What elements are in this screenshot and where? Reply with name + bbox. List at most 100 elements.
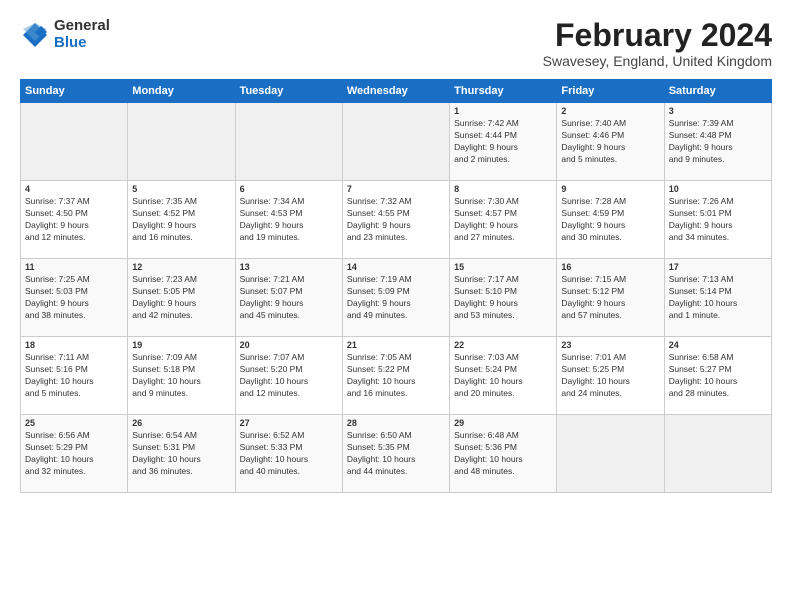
day-number: 7 <box>347 184 445 194</box>
header: General Blue February 2024 Swavesey, Eng… <box>20 18 772 69</box>
day-cell: 17 Sunrise: 7:13 AM Sunset: 5:14 PM Dayli… <box>664 259 771 337</box>
logo-blue-text: Blue <box>54 35 110 52</box>
day-number: 29 <box>454 418 552 428</box>
day-cell: 26 Sunrise: 6:54 AM Sunset: 5:31 PM Dayli… <box>128 415 235 493</box>
day-number: 22 <box>454 340 552 350</box>
header-day-sunday: Sunday <box>21 80 128 103</box>
day-number: 20 <box>240 340 338 350</box>
calendar-table: SundayMondayTuesdayWednesdayThursdayFrid… <box>20 79 772 493</box>
day-cell: 13Sunrise: 7:21 AM Sunset: 5:07 PM Dayli… <box>235 259 342 337</box>
day-cell: 15 Sunrise: 7:17 AM Sunset: 5:10 PM Dayli… <box>450 259 557 337</box>
day-number: 26 <box>132 418 230 428</box>
day-cell: 6 Sunrise: 7:34 AM Sunset: 4:53 PM Daylig… <box>235 181 342 259</box>
day-cell: 2 Sunrise: 7:40 AM Sunset: 4:46 PM Daylig… <box>557 103 664 181</box>
day-cell: 20 Sunrise: 7:07 AM Sunset: 5:20 PM Dayli… <box>235 337 342 415</box>
day-info: Sunrise: 6:56 AM Sunset: 5:29 PM Dayligh… <box>25 430 123 478</box>
header-day-saturday: Saturday <box>664 80 771 103</box>
day-cell: 1Sunrise: 7:42 AM Sunset: 4:44 PM Daylig… <box>450 103 557 181</box>
day-cell: 5 Sunrise: 7:35 AM Sunset: 4:52 PM Daylig… <box>128 181 235 259</box>
day-info: Sunrise: 6:54 AM Sunset: 5:31 PM Dayligh… <box>132 430 230 478</box>
logo-text: General Blue <box>54 18 110 51</box>
day-cell: 18Sunrise: 7:11 AM Sunset: 5:16 PM Dayli… <box>21 337 128 415</box>
day-number: 12 <box>132 262 230 272</box>
day-cell: 21 Sunrise: 7:05 AM Sunset: 5:22 PM Dayli… <box>342 337 449 415</box>
day-cell: 3 Sunrise: 7:39 AM Sunset: 4:48 PM Daylig… <box>664 103 771 181</box>
day-number: 2 <box>561 106 659 116</box>
day-number: 5 <box>132 184 230 194</box>
title-block: February 2024 Swavesey, England, United … <box>543 18 772 69</box>
header-day-wednesday: Wednesday <box>342 80 449 103</box>
day-info: Sunrise: 6:58 AM Sunset: 5:27 PM Dayligh… <box>669 352 767 400</box>
day-cell: 27 Sunrise: 6:52 AM Sunset: 5:33 PM Dayli… <box>235 415 342 493</box>
day-info: Sunrise: 7:40 AM Sunset: 4:46 PM Dayligh… <box>561 118 659 166</box>
day-number: 27 <box>240 418 338 428</box>
day-info: Sunrise: 7:15 AM Sunset: 5:12 PM Dayligh… <box>561 274 659 322</box>
day-cell: 10Sunrise: 7:26 AM Sunset: 5:01 PM Dayli… <box>664 181 771 259</box>
day-number: 24 <box>669 340 767 350</box>
day-number: 10 <box>669 184 767 194</box>
day-cell: 4 Sunrise: 7:37 AM Sunset: 4:50 PM Daylig… <box>21 181 128 259</box>
day-info: Sunrise: 7:17 AM Sunset: 5:10 PM Dayligh… <box>454 274 552 322</box>
day-cell: 14Sunrise: 7:19 AM Sunset: 5:09 PM Dayli… <box>342 259 449 337</box>
week-row-2: 4 Sunrise: 7:37 AM Sunset: 4:50 PM Daylig… <box>21 181 772 259</box>
day-info: Sunrise: 7:35 AM Sunset: 4:52 PM Dayligh… <box>132 196 230 244</box>
day-cell: 28 Sunrise: 6:50 AM Sunset: 5:35 PM Dayli… <box>342 415 449 493</box>
day-number: 6 <box>240 184 338 194</box>
header-day-monday: Monday <box>128 80 235 103</box>
week-row-5: 25 Sunrise: 6:56 AM Sunset: 5:29 PM Dayli… <box>21 415 772 493</box>
day-info: Sunrise: 7:03 AM Sunset: 5:24 PM Dayligh… <box>454 352 552 400</box>
day-number: 3 <box>669 106 767 116</box>
day-info: Sunrise: 7:09 AM Sunset: 5:18 PM Dayligh… <box>132 352 230 400</box>
day-info: Sunrise: 7:37 AM Sunset: 4:50 PM Dayligh… <box>25 196 123 244</box>
day-info: Sunrise: 6:50 AM Sunset: 5:35 PM Dayligh… <box>347 430 445 478</box>
day-number: 25 <box>25 418 123 428</box>
day-number: 4 <box>25 184 123 194</box>
day-cell: 19 Sunrise: 7:09 AM Sunset: 5:18 PM Dayli… <box>128 337 235 415</box>
day-cell: 8 Sunrise: 7:30 AM Sunset: 4:57 PM Daylig… <box>450 181 557 259</box>
day-number: 28 <box>347 418 445 428</box>
day-number: 21 <box>347 340 445 350</box>
day-cell: 16 Sunrise: 7:15 AM Sunset: 5:12 PM Dayli… <box>557 259 664 337</box>
day-cell <box>664 415 771 493</box>
day-info: Sunrise: 7:23 AM Sunset: 5:05 PM Dayligh… <box>132 274 230 322</box>
day-info: Sunrise: 7:39 AM Sunset: 4:48 PM Dayligh… <box>669 118 767 166</box>
day-info: Sunrise: 7:32 AM Sunset: 4:55 PM Dayligh… <box>347 196 445 244</box>
day-info: Sunrise: 7:13 AM Sunset: 5:14 PM Dayligh… <box>669 274 767 322</box>
day-info: Sunrise: 7:21 AM Sunset: 5:07 PM Dayligh… <box>240 274 338 322</box>
day-cell: 22 Sunrise: 7:03 AM Sunset: 5:24 PM Dayli… <box>450 337 557 415</box>
day-info: Sunrise: 7:30 AM Sunset: 4:57 PM Dayligh… <box>454 196 552 244</box>
header-day-thursday: Thursday <box>450 80 557 103</box>
day-cell <box>342 103 449 181</box>
day-cell: 11 Sunrise: 7:25 AM Sunset: 5:03 PM Dayli… <box>21 259 128 337</box>
day-cell <box>235 103 342 181</box>
day-number: 16 <box>561 262 659 272</box>
day-info: Sunrise: 7:05 AM Sunset: 5:22 PM Dayligh… <box>347 352 445 400</box>
day-number: 19 <box>132 340 230 350</box>
day-number: 17 <box>669 262 767 272</box>
logo: General Blue <box>20 18 110 51</box>
day-info: Sunrise: 6:52 AM Sunset: 5:33 PM Dayligh… <box>240 430 338 478</box>
calendar-subtitle: Swavesey, England, United Kingdom <box>543 53 772 69</box>
day-number: 8 <box>454 184 552 194</box>
day-cell: 7 Sunrise: 7:32 AM Sunset: 4:55 PM Daylig… <box>342 181 449 259</box>
calendar-title: February 2024 <box>543 18 772 53</box>
day-cell <box>21 103 128 181</box>
day-number: 11 <box>25 262 123 272</box>
day-cell: 23Sunrise: 7:01 AM Sunset: 5:25 PM Dayli… <box>557 337 664 415</box>
day-info: Sunrise: 7:42 AM Sunset: 4:44 PM Dayligh… <box>454 118 552 166</box>
day-info: Sunrise: 7:25 AM Sunset: 5:03 PM Dayligh… <box>25 274 123 322</box>
week-row-1: 1Sunrise: 7:42 AM Sunset: 4:44 PM Daylig… <box>21 103 772 181</box>
day-number: 15 <box>454 262 552 272</box>
day-number: 23 <box>561 340 659 350</box>
day-cell: 9Sunrise: 7:28 AM Sunset: 4:59 PM Daylig… <box>557 181 664 259</box>
day-cell: 12 Sunrise: 7:23 AM Sunset: 5:05 PM Dayli… <box>128 259 235 337</box>
day-info: Sunrise: 7:28 AM Sunset: 4:59 PM Dayligh… <box>561 196 659 244</box>
header-day-tuesday: Tuesday <box>235 80 342 103</box>
day-info: Sunrise: 7:07 AM Sunset: 5:20 PM Dayligh… <box>240 352 338 400</box>
day-number: 14 <box>347 262 445 272</box>
day-cell: 24 Sunrise: 6:58 AM Sunset: 5:27 PM Dayli… <box>664 337 771 415</box>
week-row-3: 11 Sunrise: 7:25 AM Sunset: 5:03 PM Dayli… <box>21 259 772 337</box>
day-info: Sunrise: 6:48 AM Sunset: 5:36 PM Dayligh… <box>454 430 552 478</box>
day-info: Sunrise: 7:34 AM Sunset: 4:53 PM Dayligh… <box>240 196 338 244</box>
day-cell: 25 Sunrise: 6:56 AM Sunset: 5:29 PM Dayli… <box>21 415 128 493</box>
